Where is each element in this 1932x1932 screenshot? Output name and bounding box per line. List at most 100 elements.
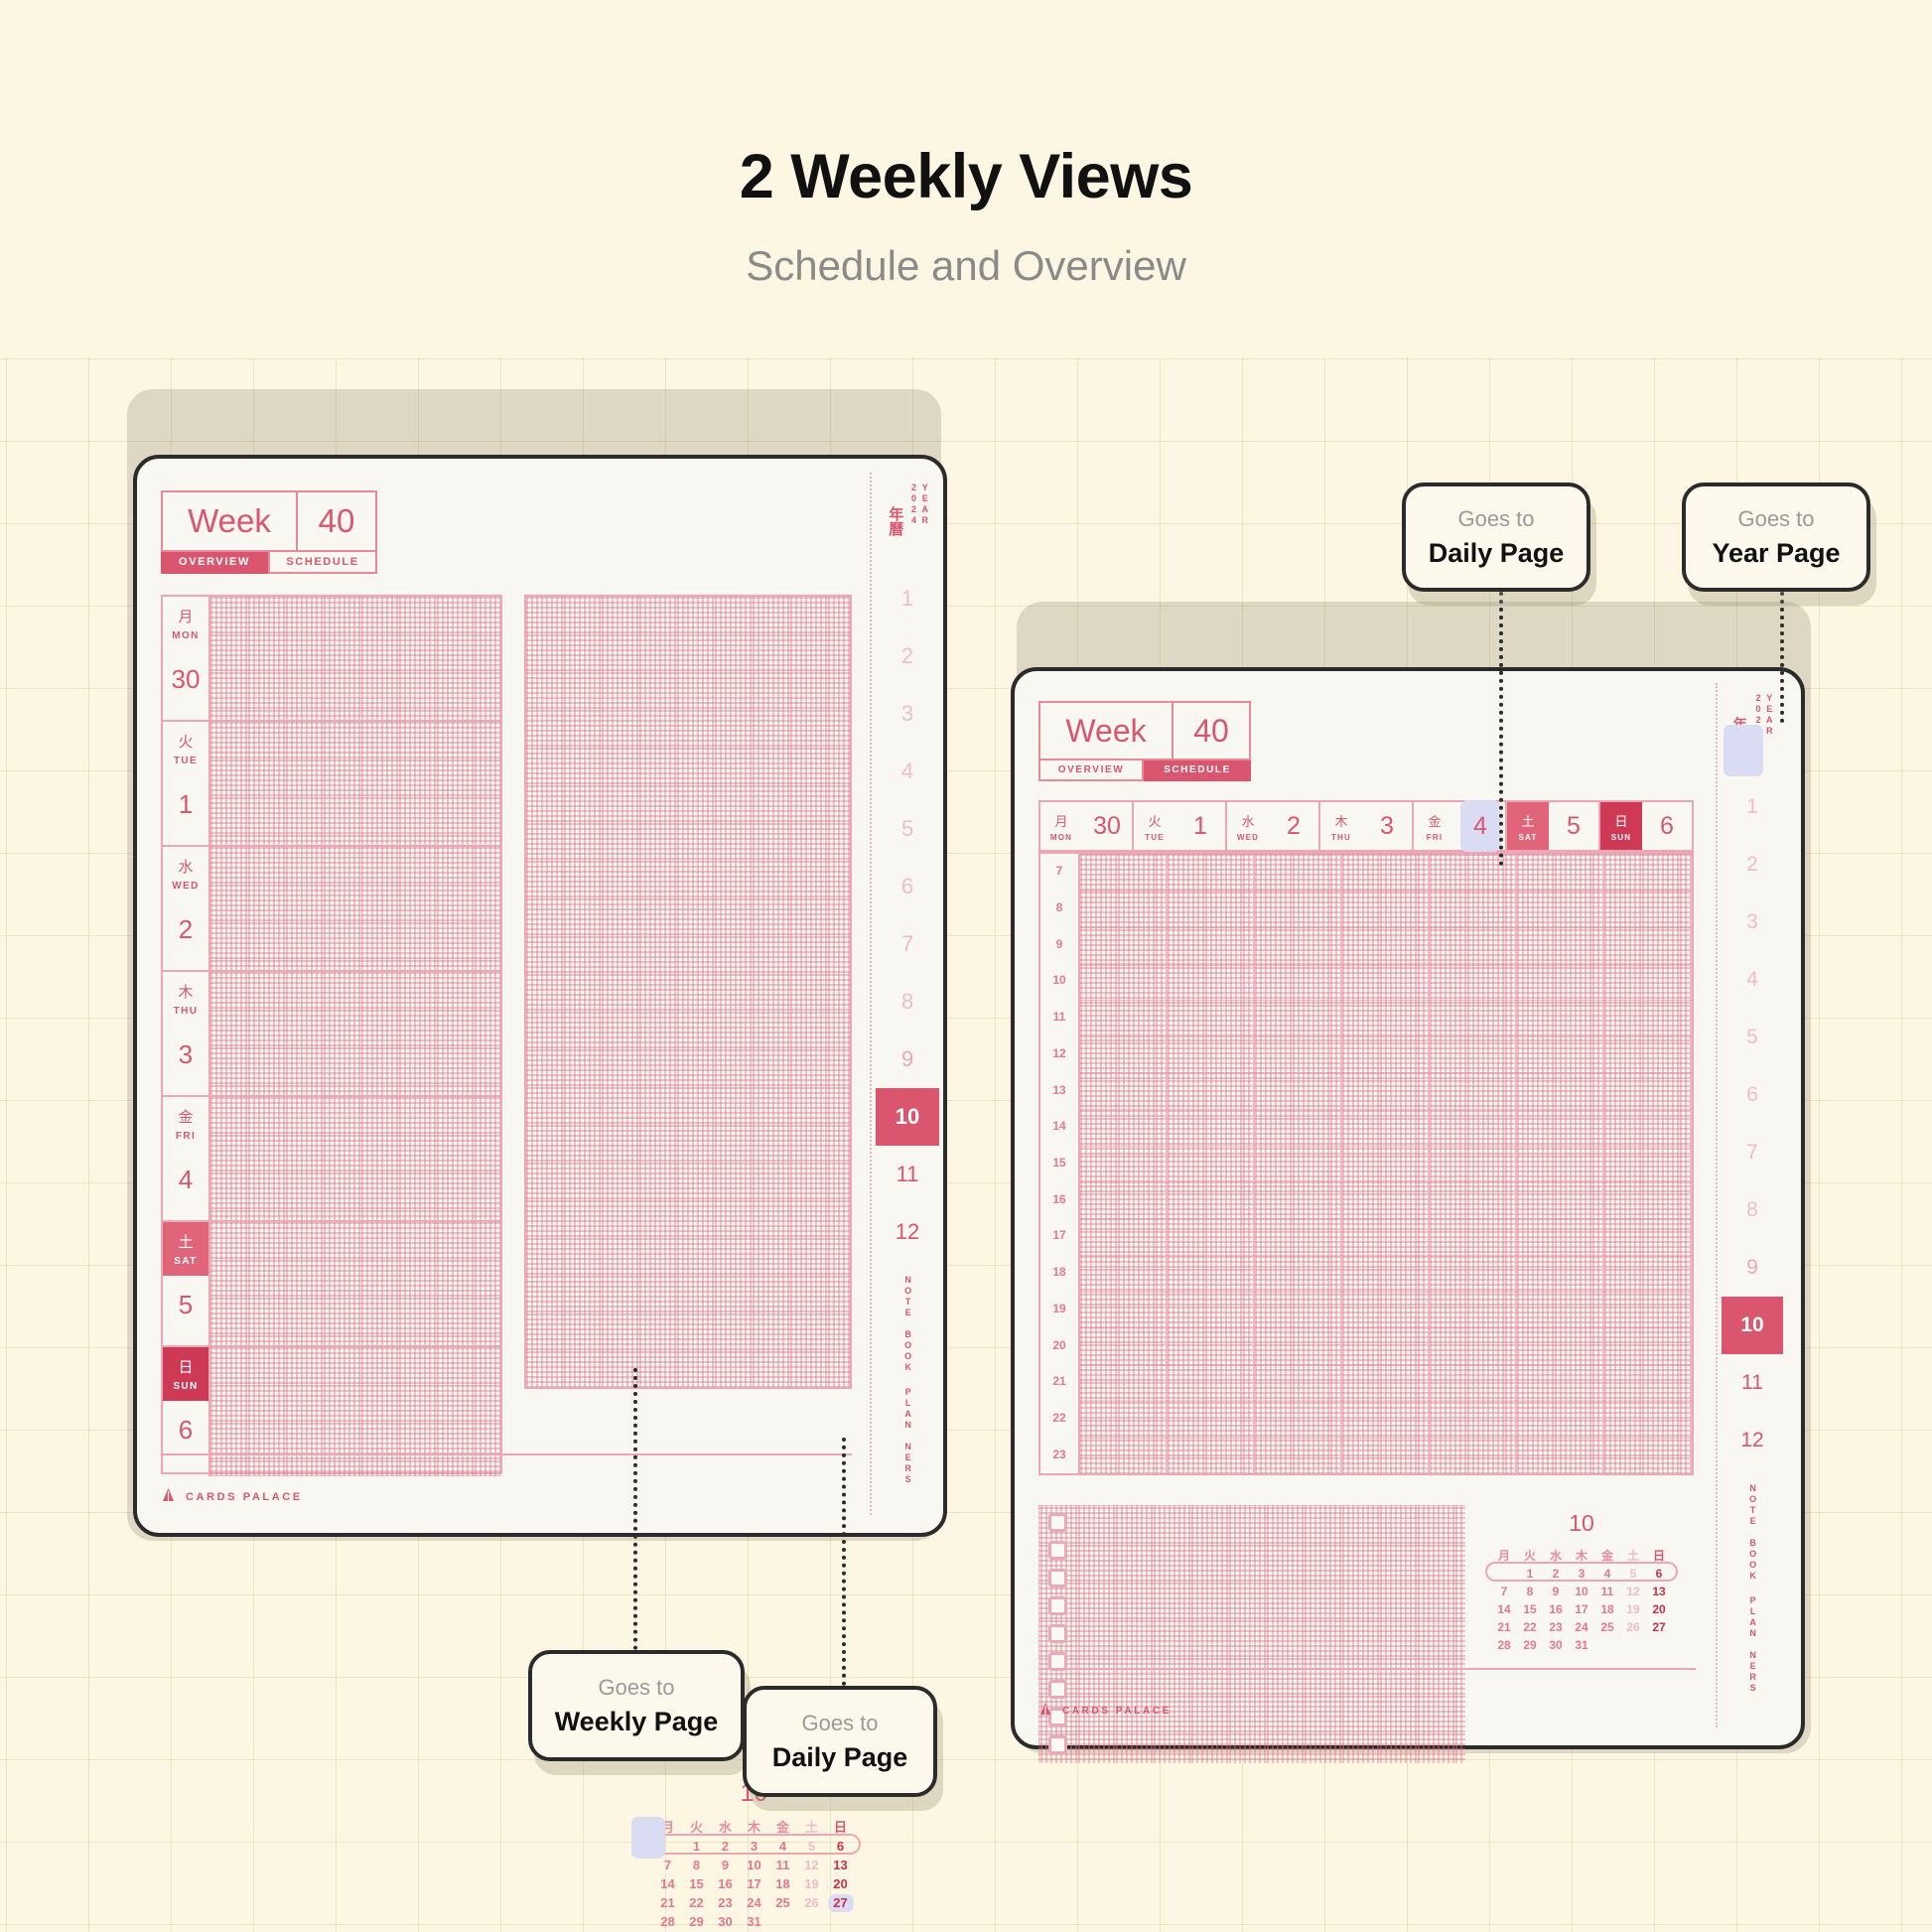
rail-tag-notebook[interactable]: NOTE BOOK	[1746, 1483, 1758, 1582]
schedule-planner[interactable]: Week 40 OVERVIEW SCHEDULE 月 MON 30 火 TUE 1 水 WE…	[1011, 667, 1805, 1761]
mini-calendar-day-10[interactable]: 10	[740, 1856, 768, 1874]
overview-day-grid[interactable]	[210, 1347, 500, 1476]
rail-month-6[interactable]: 6	[1722, 1066, 1783, 1124]
rail-month-6[interactable]: 6	[876, 858, 939, 915]
tab-schedule-2[interactable]: SCHEDULE	[1144, 760, 1251, 781]
mini-calendar-day-15[interactable]: 15	[682, 1874, 711, 1893]
mini-calendar-day-15[interactable]: 15	[1517, 1600, 1543, 1618]
mini-calendar-day-30[interactable]: 30	[1543, 1636, 1569, 1654]
overview-day-row[interactable]: 火 TUE 1	[163, 722, 500, 847]
rail-tag-planners[interactable]: PLAN NERS	[1746, 1595, 1758, 1694]
overview-weekly-link-chip[interactable]	[631, 1817, 665, 1859]
mini-calendar-day-17[interactable]: 17	[1569, 1600, 1594, 1618]
schedule-day-header-sat[interactable]: 土 SAT 5	[1507, 802, 1600, 850]
mini-calendar-day-12[interactable]: 12	[797, 1856, 826, 1874]
mini-calendar-day-21[interactable]: 21	[1491, 1618, 1517, 1636]
schedule-checklist-panel[interactable]	[1038, 1505, 1465, 1763]
schedule-day-number[interactable]: 30	[1082, 802, 1132, 850]
callout-year-top[interactable]: Goes to Year Page	[1682, 483, 1870, 592]
tab-overview-2[interactable]: OVERVIEW	[1038, 760, 1144, 781]
schedule-day-number[interactable]: 4	[1455, 802, 1505, 850]
overview-notes-panel[interactable]	[524, 595, 852, 1389]
schedule-checkbox[interactable]	[1048, 1735, 1067, 1754]
mini-calendar-day-31[interactable]: 31	[740, 1912, 768, 1931]
mini-calendar-day-13[interactable]: 13	[1646, 1583, 1672, 1600]
mini-calendar-day-1[interactable]: 1	[682, 1837, 711, 1856]
mini-calendar-day-18[interactable]: 18	[768, 1874, 797, 1893]
rail-month-12[interactable]: 12	[876, 1203, 939, 1261]
mini-calendar-day-11[interactable]: 11	[768, 1856, 797, 1874]
mini-calendar-day-24[interactable]: 24	[1569, 1618, 1594, 1636]
overview-day-row[interactable]: 水 WED 2	[163, 847, 500, 972]
rail-month-7[interactable]: 7	[876, 915, 939, 973]
mini-calendar-day-29[interactable]: 29	[682, 1912, 711, 1931]
schedule-day-number[interactable]: 3	[1362, 802, 1412, 850]
mini-calendar-day-25[interactable]: 25	[1594, 1618, 1620, 1636]
mini-calendar-day-22[interactable]: 22	[1517, 1618, 1543, 1636]
overview-day-row[interactable]: 木 THU 3	[163, 972, 500, 1097]
schedule-checkbox[interactable]	[1048, 1541, 1067, 1560]
mini-calendar-day-9[interactable]: 9	[711, 1856, 740, 1874]
mini-calendar-day-5[interactable]: 5	[1620, 1565, 1646, 1583]
mini-calendar-day-26[interactable]: 26	[1620, 1618, 1646, 1636]
schedule-day-header-sun[interactable]: 日 SUN 6	[1600, 802, 1692, 850]
mini-calendar-day-19[interactable]: 19	[1620, 1600, 1646, 1618]
schedule-day-header-tue[interactable]: 火 TUE 1	[1134, 802, 1227, 850]
mini-calendar-day-25[interactable]: 25	[768, 1893, 797, 1912]
callout-daily-bot[interactable]: Goes to Daily Page	[743, 1686, 937, 1797]
rail-year-block[interactable]: 年曆YEAR 2024	[885, 483, 930, 560]
rail-month-1[interactable]: 1	[876, 570, 939, 627]
mini-calendar-day-5[interactable]: 5	[797, 1837, 826, 1856]
mini-calendar-day-11[interactable]: 11	[1594, 1583, 1620, 1600]
mini-calendar-day-16[interactable]: 16	[711, 1874, 740, 1893]
schedule-day-header-wed[interactable]: 水 WED 2	[1227, 802, 1320, 850]
overview-day-label-cell[interactable]: 水 WED 2	[163, 847, 210, 970]
mini-calendar-day-8[interactable]: 8	[1517, 1583, 1543, 1600]
rail-month-4[interactable]: 4	[1722, 951, 1783, 1009]
mini-calendar-day-2[interactable]: 2	[711, 1837, 740, 1856]
mini-calendar-day-4[interactable]: 4	[1594, 1565, 1620, 1583]
rail-month-11[interactable]: 11	[1722, 1354, 1783, 1412]
mini-calendar-day-26[interactable]: 26	[797, 1893, 826, 1912]
schedule-checkbox[interactable]	[1048, 1596, 1067, 1615]
rail-month-3[interactable]: 3	[1722, 894, 1783, 951]
mini-calendar-day-16[interactable]: 16	[1543, 1600, 1569, 1618]
overview-day-label-cell[interactable]: 金 FRI 4	[163, 1097, 210, 1220]
rail-month-5[interactable]: 5	[876, 800, 939, 858]
mini-calendar-day-3[interactable]: 3	[740, 1837, 768, 1856]
rail-month-12[interactable]: 12	[1722, 1412, 1783, 1469]
rail-month-2[interactable]: 2	[876, 627, 939, 685]
mini-calendar-day-18[interactable]: 18	[1594, 1600, 1620, 1618]
mini-calendar-day-19[interactable]: 19	[797, 1874, 826, 1893]
rail-month-9[interactable]: 9	[1722, 1239, 1783, 1297]
schedule-body[interactable]: 7 8 9 10 11 12 13 14 15 16 17 18 19 20 21 22 23	[1038, 852, 1694, 1475]
mini-calendar-day-20[interactable]: 20	[1646, 1600, 1672, 1618]
rail-month-8[interactable]: 8	[1722, 1181, 1783, 1239]
mini-calendar-day-21[interactable]: 21	[653, 1893, 682, 1912]
mini-calendar-day-8[interactable]: 8	[682, 1856, 711, 1874]
overview-day-grid[interactable]	[210, 847, 500, 970]
mini-calendar-day-10[interactable]: 10	[1569, 1583, 1594, 1600]
callout-daily-top[interactable]: Goes to Daily Page	[1402, 483, 1590, 592]
schedule-checkbox[interactable]	[1048, 1513, 1067, 1532]
mini-calendar-day-7[interactable]: 7	[1491, 1583, 1517, 1600]
overview-day-label-cell[interactable]: 土 SAT 5	[163, 1222, 210, 1345]
mini-calendar-day-14[interactable]: 14	[653, 1874, 682, 1893]
rail-month-9[interactable]: 9	[876, 1031, 939, 1088]
schedule-checkbox[interactable]	[1048, 1624, 1067, 1643]
rail-month-4[interactable]: 4	[876, 743, 939, 800]
overview-day-grid[interactable]	[210, 597, 500, 720]
schedule-day-number[interactable]: 6	[1642, 802, 1692, 850]
mini-calendar-day-13[interactable]: 13	[826, 1856, 855, 1874]
mini-calendar-day-4[interactable]: 4	[768, 1837, 797, 1856]
schedule-mini-calendar[interactable]: 10月火水木金土日·123456789101112131415161718192…	[1485, 1510, 1678, 1654]
overview-day-label-cell[interactable]: 火 TUE 1	[163, 722, 210, 845]
mini-calendar-day-27[interactable]: 27	[1646, 1618, 1672, 1636]
tab-schedule[interactable]: SCHEDULE	[268, 552, 377, 574]
mini-calendar-day-14[interactable]: 14	[1491, 1600, 1517, 1618]
rail-tag-notebook[interactable]: NOTE BOOK	[901, 1275, 913, 1373]
mini-calendar-day-31[interactable]: 31	[1569, 1636, 1594, 1654]
rail-month-5[interactable]: 5	[1722, 1009, 1783, 1066]
overview-day-row[interactable]: 月 MON 30	[163, 597, 500, 722]
overview-day-label-cell[interactable]: 日 SUN 6	[163, 1347, 210, 1476]
